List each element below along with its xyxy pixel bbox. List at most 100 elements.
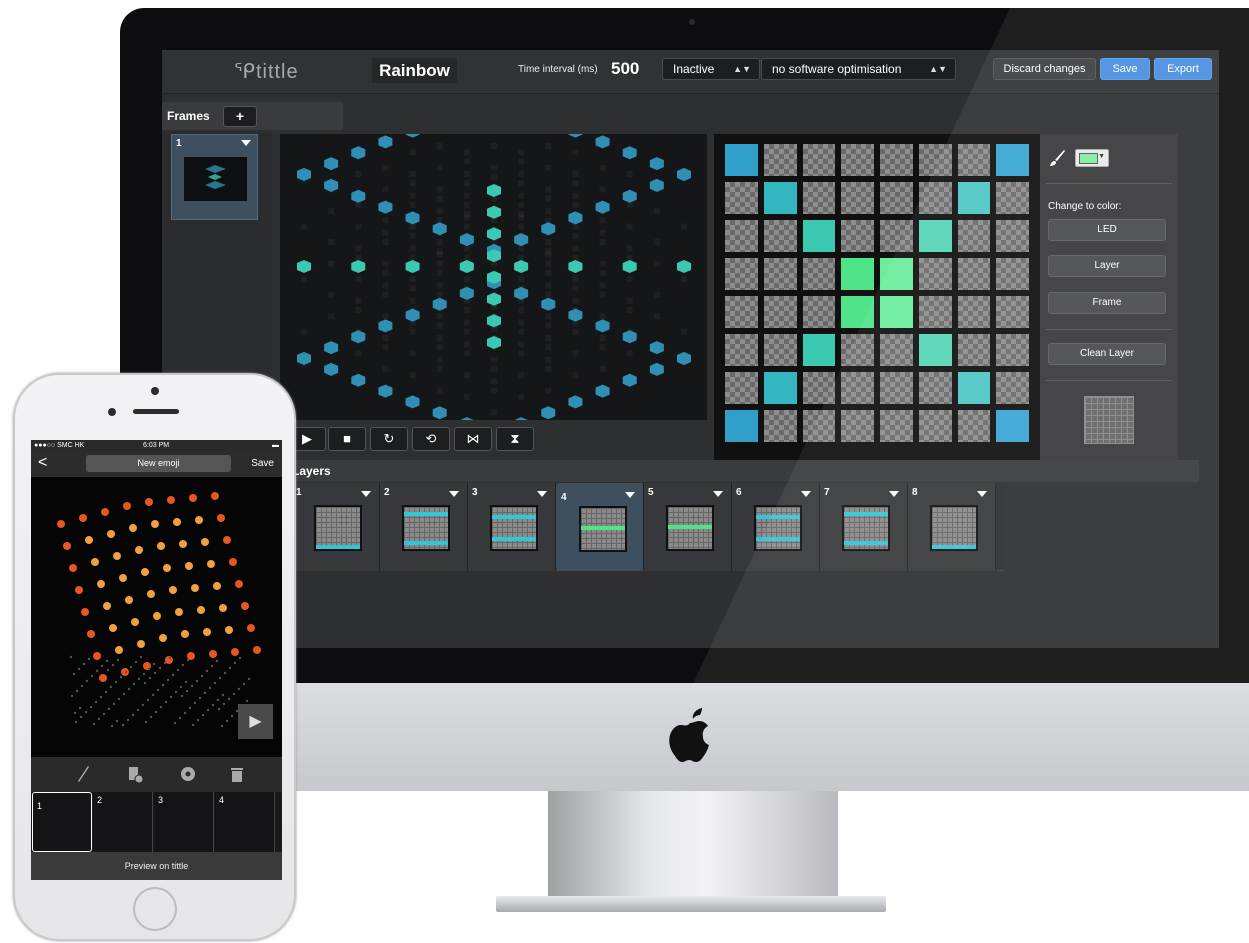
led-cell[interactable] [918,182,952,214]
led-cell[interactable] [996,334,1029,366]
led-cell[interactable] [763,182,797,214]
led-cell[interactable] [996,182,1029,214]
led-cell[interactable] [841,334,874,366]
led-cell[interactable] [996,372,1029,404]
layer-card[interactable]: 7 [820,483,908,571]
led-cell[interactable] [880,182,913,214]
led-cell[interactable] [880,372,913,404]
led-cell[interactable] [841,182,874,214]
led-cell[interactable] [841,296,874,328]
brush-icon[interactable] [76,765,90,783]
led-cell[interactable] [841,144,874,176]
led-cell[interactable] [802,410,836,442]
led-cell[interactable] [802,334,836,366]
phone-frame-item[interactable]: 4 [215,792,275,852]
led-cell[interactable] [957,296,991,328]
led-cell[interactable] [996,258,1029,290]
led-cell[interactable] [725,144,758,176]
project-title-field[interactable]: Rainbow [372,58,457,83]
led-button[interactable]: LED [1048,219,1166,241]
rotate-button[interactable]: ⟲ [412,427,450,451]
led-cell[interactable] [918,410,952,442]
phone-play-button[interactable]: ▶ [238,704,273,739]
led-cell[interactable] [880,334,913,366]
led-cell[interactable] [841,372,874,404]
led-cell[interactable] [996,410,1029,442]
led-cell[interactable] [802,296,836,328]
led-cell[interactable] [763,258,797,290]
led-cell[interactable] [918,296,952,328]
led-cell[interactable] [918,334,952,366]
layer-card[interactable]: 2 [380,483,468,571]
layer-card[interactable]: 5 [644,483,732,571]
led-cell[interactable] [880,258,913,290]
led-cell[interactable] [763,296,797,328]
led-cell[interactable] [841,220,874,252]
frame-card[interactable]: 1 [171,134,258,220]
stop-button[interactable]: ■ [328,427,366,451]
led-cell[interactable] [880,144,913,176]
discard-changes-button[interactable]: Discard changes [993,58,1096,80]
layer-menu-icon[interactable] [625,492,635,498]
time-interval-input[interactable]: 500 [611,59,639,79]
emoji-name-field[interactable]: New emoji [86,455,231,472]
led-cell[interactable] [763,220,797,252]
layer-menu-icon[interactable] [889,491,899,497]
led-cell[interactable] [763,372,797,404]
paintbrush-icon[interactable] [1048,149,1066,167]
phone-cube-preview[interactable]: ▶ [31,477,282,757]
layer-card[interactable]: 3 [468,483,556,571]
led-cell[interactable] [957,372,991,404]
add-frame-button[interactable]: + [223,106,257,127]
led-cell[interactable] [957,220,991,252]
back-chevron-icon[interactable]: < [38,454,47,472]
loop-button[interactable]: ↻ [370,427,408,451]
layer-card[interactable]: 8 [908,483,996,571]
frame-button[interactable]: Frame [1048,292,1166,314]
led-cell[interactable] [725,296,758,328]
layer-menu-icon[interactable] [977,491,987,497]
led-cell[interactable] [763,410,797,442]
led-cell[interactable] [918,258,952,290]
layer-card[interactable]: 6 [732,483,820,571]
led-cell[interactable] [802,258,836,290]
frame-menu-icon[interactable] [241,140,251,146]
layer-card[interactable]: 4 [556,483,644,571]
layer-menu-icon[interactable] [449,491,459,497]
led-cell[interactable] [725,410,758,442]
phone-save-button[interactable]: Save [251,458,274,469]
led-cell[interactable] [918,220,952,252]
led-cell[interactable] [725,258,758,290]
led-cell[interactable] [957,258,991,290]
status-select[interactable]: Inactive ▲▼ [662,58,760,80]
led-cell[interactable] [957,144,991,176]
led-cell[interactable] [880,410,913,442]
phone-frame-item[interactable]: 1 [32,792,92,852]
led-cell[interactable] [725,182,758,214]
optimisation-select[interactable]: no software optimisation ▲▼ [761,58,956,80]
layer-menu-icon[interactable] [713,491,723,497]
trash-icon[interactable] [230,765,244,783]
led-cell[interactable] [802,220,836,252]
export-button[interactable]: Export [1154,58,1212,80]
led-cell[interactable] [802,182,836,214]
layer-menu-icon[interactable] [801,491,811,497]
led-cell[interactable] [725,220,758,252]
led-cell[interactable] [957,334,991,366]
led-cell[interactable] [996,220,1029,252]
layer-menu-icon[interactable] [361,491,371,497]
clean-layer-button[interactable]: Clean Layer [1048,343,1166,365]
home-button[interactable] [133,887,177,931]
save-button[interactable]: Save [1100,58,1150,80]
phone-frame-item[interactable]: 3 [154,792,214,852]
led-cell[interactable] [918,144,952,176]
mirror-button[interactable]: ⋈ [454,427,492,451]
led-cell[interactable] [725,334,758,366]
led-cell[interactable] [763,144,797,176]
color-picker[interactable]: ▼ [1075,149,1109,167]
led-cell[interactable] [996,144,1029,176]
led-cell[interactable] [996,296,1029,328]
led-cell[interactable] [841,410,874,442]
cube-3d-preview[interactable] [280,92,707,441]
layer-menu-icon[interactable] [537,491,547,497]
